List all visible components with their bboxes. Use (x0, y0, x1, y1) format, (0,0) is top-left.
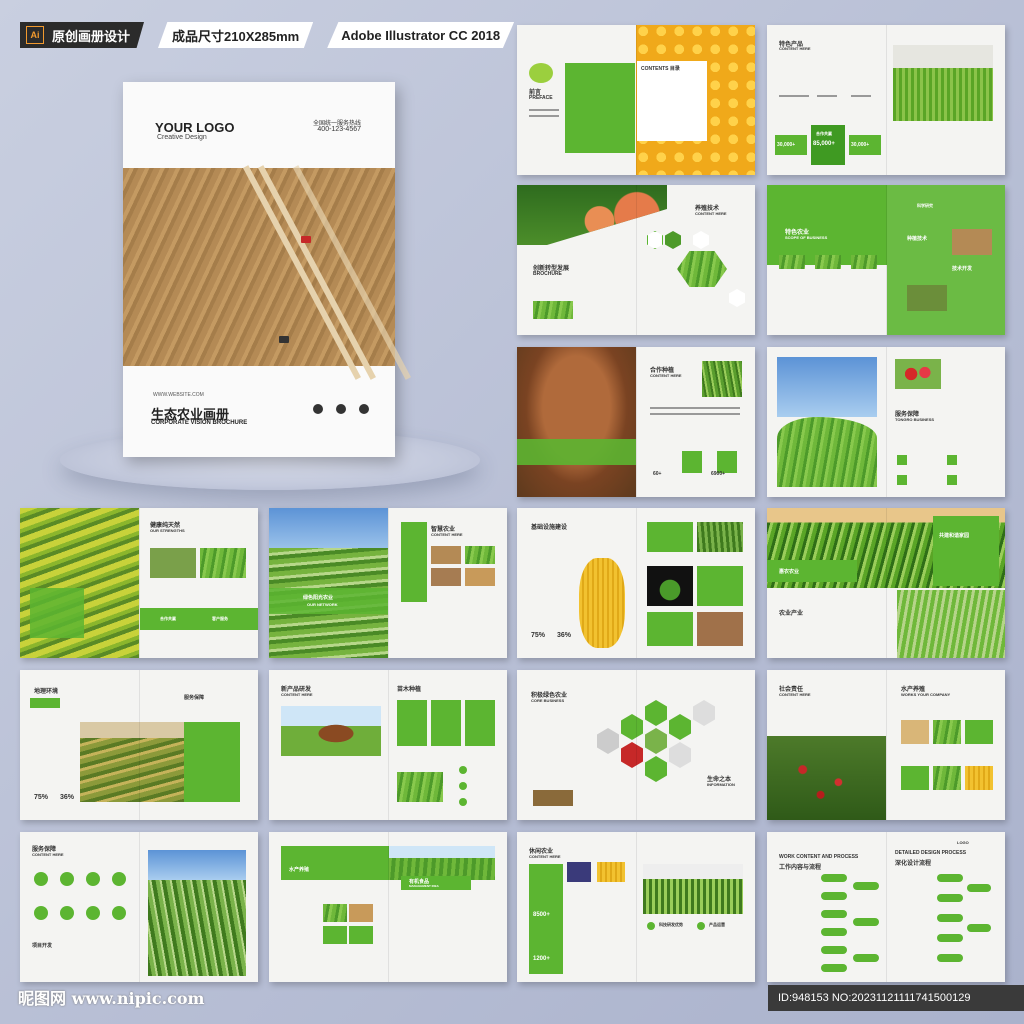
spread-aquaculture: 水产养殖 有机食品 MANAGEMENT IDEA (269, 832, 507, 982)
research-label: 科学研究 (917, 203, 933, 208)
brochure-cover: YOUR LOGO Creative Design 全国统一服务热线 400-1… (123, 82, 411, 457)
design-title-en: DETAILED DESIGN PROCESS (895, 850, 967, 856)
smart-title-en: CONTENT HERE (431, 532, 463, 537)
spread-smart: 绿色阳光农业 OUR NETWORK 智慧农业 CONTENT HERE (269, 508, 507, 658)
tag-original-design: Ai 原创画册设计 (20, 22, 145, 48)
cooperation-title-en: CONTENT HERE (650, 373, 682, 378)
leisure-title-en: CONTENT HERE (529, 854, 561, 859)
tractor-icon (301, 236, 311, 243)
preface-title-en: PREFACE (529, 95, 553, 101)
spread-cooperation: 合作种植 CONTENT HERE 60+ 6900+ (517, 347, 755, 497)
responsibility-title-en: CONTENT HERE (779, 692, 811, 697)
design-title: 深化设计流程 (895, 861, 932, 867)
percent-1: 75% (531, 632, 546, 639)
organic-title-en: MANAGEMENT IDEA (409, 884, 439, 888)
banner-title-en: OUR NETWORK (307, 602, 338, 607)
cover-subtitle: CORPORATE VISION BROCHURE (151, 420, 248, 426)
innovation-title-en: BROCHURE (533, 271, 562, 277)
seedling-title: 苗木种植 (397, 687, 422, 693)
process-title-en: WORK CONTENT AND PROCESS (779, 854, 859, 860)
spread-harmony: 惠农农业 共建和谐家园 农业产业 (767, 508, 1005, 658)
stat-3: 30,000+ (851, 142, 870, 148)
farm-benefit-label: 惠农农业 (779, 569, 800, 575)
spread-natural: 健康纯天然 OUR STRENGTHS 合作共赢 客户服务 (20, 508, 258, 658)
spread-innovation: 创新转型发展 BROCHURE 养殖技术 CONTENT HERE (517, 185, 755, 335)
scope-title-en: SCOPE OF BUSINESS (785, 235, 828, 240)
mail-icon (336, 404, 346, 414)
percent-1: 75% (34, 794, 49, 801)
tractor-icon (279, 336, 289, 343)
aquaculture-title-en: WORKS YOUR COMPANY (901, 692, 951, 697)
spread-leisure: 休闲农业 CONTENT HERE 8500+ 1200+ 科技研发优势 产品运… (517, 832, 755, 982)
operations-label: 产品运营 (709, 922, 725, 927)
stat-2: 6900+ (711, 471, 726, 477)
cover-field-photo (123, 165, 411, 380)
products-title-en: CONTENT HERE (779, 46, 811, 51)
watermark-site: 昵图网 www.nipic.com (18, 989, 205, 1008)
harmony-title: 共建和谐家园 (939, 533, 970, 539)
spread-guarantee: 服务保障 CONTENT HERE 项目开发 (20, 832, 258, 982)
tag-size: 成品尺寸210X285mm (158, 22, 314, 48)
spread-rnd: 新产品研发 CONTENT HERE 苗木种植 (269, 670, 507, 820)
stat-center-label: 合作共赢 (816, 131, 832, 136)
tag-software: Adobe Illustrator CC 2018 (327, 22, 515, 48)
stat-1: 60+ (653, 471, 662, 477)
image-id-bar: ID:948153 NO:20231121111741500129 (768, 985, 1024, 1011)
percent-2: 36% (557, 632, 572, 639)
technology-label: 种植技术 (907, 236, 928, 242)
customer-service-label: 客户服务 (212, 616, 228, 621)
aqua-title: 水产养殖 (289, 867, 310, 873)
agri-industry-label: 农业产业 (779, 611, 804, 617)
rnd-title-en: CONTENT HERE (281, 692, 313, 697)
spread-green: 积极绿色农业 CORE BUSINESS 生命之本 INFORMATION (517, 670, 755, 820)
green-title-en: CORE BUSINESS (531, 698, 565, 703)
cover-phone: 400-123-4567 (317, 126, 361, 133)
win-win-label: 合作共赢 (160, 616, 176, 621)
stat-2: 1200+ (533, 956, 550, 962)
stat-2: 85,000+ (813, 141, 835, 147)
illustrator-icon: Ai (26, 26, 44, 44)
process-title: 工作内容与流程 (779, 865, 822, 871)
spread-service: 服务保障 TONGRO BUSINESS (767, 347, 1005, 497)
cover-logo-sub: Creative Design (157, 134, 207, 141)
cover-logo: YOUR LOGO (155, 120, 235, 135)
project-dev-label: 项目开发 (32, 943, 53, 949)
kiwi-icon (529, 63, 553, 83)
process-logo: LOGO (957, 840, 969, 845)
tag-original-design-label: 原创画册设计 (52, 28, 131, 44)
percent-2: 36% (60, 794, 75, 801)
spread-environment: 地理环境 75% 36% 服务保障 (20, 670, 258, 820)
service-title-en: TONGRO BUSINESS (895, 417, 935, 422)
spread-infrastructure: 基础设施建设 75% 36% (517, 508, 755, 658)
location-icon (359, 404, 369, 414)
spread-process: WORK CONTENT AND PROCESS 工作内容与流程 LOGO DE… (767, 832, 1005, 982)
stat-1: 30,000+ (777, 142, 796, 148)
spread-preface: CONTENTS 目录 前言 PREFACE (517, 25, 755, 175)
cover-website: WWW.WEBSITE.COM (153, 392, 204, 398)
guarantee-title-en: CONTENT HERE (32, 852, 64, 857)
natural-title-en: OUR STRENGTHS (150, 528, 185, 533)
spread-responsibility: 社会责任 CONTENT HERE 水产养殖 WORKS YOUR COMPAN… (767, 670, 1005, 820)
breeding-title-en: CONTENT HERE (695, 211, 727, 216)
life-root-title-en: INFORMATION (707, 782, 735, 787)
top-tag-bar: Ai 原创画册设计 成品尺寸210X285mm Adobe Illustrato… (20, 22, 515, 48)
banner-title: 绿色阳光农业 (303, 595, 334, 601)
development-label: 技术开发 (952, 266, 973, 272)
contents-heading: CONTENTS 目录 (641, 66, 680, 72)
environment-title: 地理环境 (34, 689, 59, 695)
spread-products: 特色产品 CONTENT HERE 30,000+ 85,000+ 30,000… (767, 25, 1005, 175)
spread-scope: 特色农业 SCOPE OF BUSINESS 科学研究 种植技术 技术开发 (767, 185, 1005, 335)
infrastructure-title: 基础设施建设 (531, 525, 568, 531)
phone-icon (313, 404, 323, 414)
service-label: 服务保障 (184, 695, 205, 701)
rnd-advantage-label: 科技研发优势 (659, 922, 683, 927)
stat-1: 8500+ (533, 912, 550, 918)
